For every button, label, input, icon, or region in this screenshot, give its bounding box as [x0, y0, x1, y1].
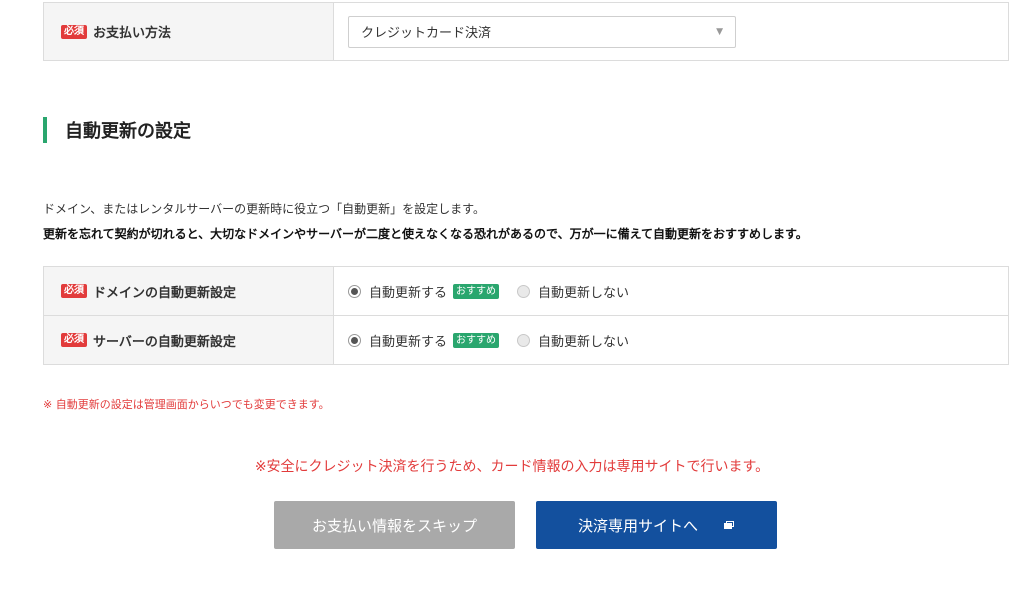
auto-renew-description: ドメイン、またはレンタルサーバーの更新時に役立つ「自動更新」を設定します。: [43, 202, 485, 216]
auto-renew-section-heading: 自動更新の設定: [43, 117, 191, 143]
server-auto-renew-on-radio[interactable]: [348, 333, 361, 347]
domain-auto-renew-off-radio[interactable]: [517, 284, 531, 298]
domain-auto-renew-on-label[interactable]: 自動更新する: [369, 282, 447, 301]
required-badge: 必須: [61, 333, 87, 347]
domain-auto-renew-options: 自動更新する おすすめ 自動更新しない: [334, 267, 1008, 315]
domain-auto-renew-radio-group: 自動更新する おすすめ 自動更新しない: [348, 282, 629, 301]
server-auto-renew-off-label[interactable]: 自動更新しない: [538, 331, 629, 350]
chevron-down-icon: ▼: [716, 26, 723, 37]
domain-auto-renew-label-cell: 必須 ドメインの自動更新設定: [44, 267, 334, 315]
external-window-icon: [724, 520, 735, 530]
payment-method-select[interactable]: クレジットカード決済 ▼: [348, 15, 736, 48]
secure-payment-note: ※安全にクレジット決済を行うため、カード情報の入力は専用サイトで行います。: [254, 459, 770, 475]
payment-method-selected-value: クレジットカード決済: [361, 26, 492, 41]
required-badge: 必須: [61, 24, 87, 39]
auto-renew-warning: 更新を忘れて契約が切れると、大切なドメインやサーバーが二度と使えなくなる恐れがあ…: [43, 227, 808, 241]
skip-payment-button[interactable]: お支払い情報をスキップ: [274, 501, 515, 549]
server-auto-renew-on-label[interactable]: 自動更新する: [369, 331, 447, 350]
recommend-badge: おすすめ: [453, 332, 500, 348]
recommend-badge: おすすめ: [453, 283, 500, 299]
payment-method-table: 必須 お支払い方法 クレジットカード決済 ▼: [43, 2, 1009, 61]
server-auto-renew-row: 必須 サーバーの自動更新設定 自動更新する おすすめ 自動更新しない: [44, 316, 1008, 365]
payment-site-button-label: 決済専用サイトへ: [577, 516, 698, 535]
skip-payment-button-label: お支払い情報をスキップ: [311, 516, 477, 535]
payment-method-label: お支払い方法: [93, 26, 172, 41]
required-badge: 必須: [61, 284, 87, 298]
payment-method-row: 必須 お支払い方法 クレジットカード決済 ▼: [44, 3, 1008, 61]
payment-method-label-cell: 必須 お支払い方法: [44, 3, 334, 60]
server-auto-renew-off-radio[interactable]: [517, 333, 531, 347]
section-accent-bar: [43, 117, 47, 143]
auto-renew-note: ※ 自動更新の設定は管理画面からいつでも変更できます。: [43, 398, 330, 411]
server-auto-renew-options: 自動更新する おすすめ 自動更新しない: [334, 316, 1008, 364]
section-title: 自動更新の設定: [65, 121, 191, 142]
domain-auto-renew-on-radio[interactable]: [348, 284, 361, 298]
server-auto-renew-radio-group: 自動更新する おすすめ 自動更新しない: [348, 331, 629, 350]
payment-site-button[interactable]: 決済専用サイトへ: [536, 501, 777, 549]
server-auto-renew-label: サーバーの自動更新設定: [93, 334, 236, 350]
domain-auto-renew-label: ドメインの自動更新設定: [93, 285, 237, 301]
payment-method-value-cell: クレジットカード決済 ▼: [334, 3, 1008, 60]
domain-auto-renew-off-label[interactable]: 自動更新しない: [538, 282, 629, 301]
domain-auto-renew-row: 必須 ドメインの自動更新設定 自動更新する おすすめ 自動更新しない: [44, 267, 1008, 316]
auto-renew-table: 必須 ドメインの自動更新設定 自動更新する おすすめ 自動更新しない 必須 サー…: [43, 266, 1009, 365]
server-auto-renew-label-cell: 必須 サーバーの自動更新設定: [44, 316, 334, 364]
